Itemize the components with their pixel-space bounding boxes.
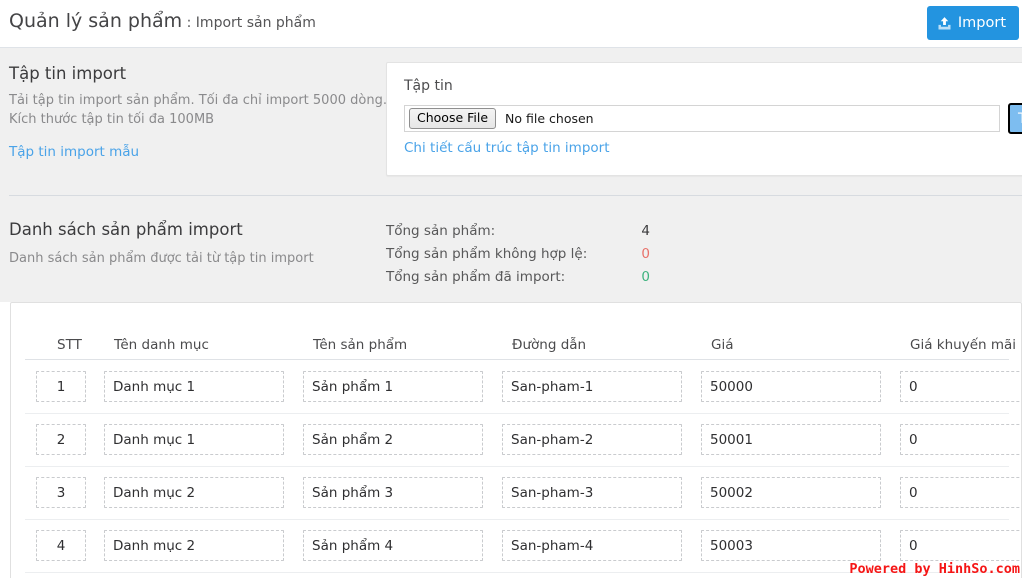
- row-stt-input[interactable]: [36, 530, 86, 561]
- stat-value-imported: 0: [641, 269, 650, 285]
- row-path-input[interactable]: [502, 530, 682, 561]
- file-input[interactable]: Choose File No file chosen: [404, 105, 1000, 132]
- stat-label-total: Tổng sản phẩm:: [386, 223, 496, 239]
- page-title-sub: Import sản phẩm: [195, 15, 316, 31]
- row-price-input[interactable]: [701, 424, 881, 455]
- row-product-name-input[interactable]: [303, 371, 483, 402]
- import-section-title: Tập tin import: [9, 64, 127, 83]
- column-header-price: Giá: [711, 337, 734, 353]
- table-header-row: STT Tên danh mục Tên sản phẩm Đường dẫn …: [11, 303, 1021, 361]
- upload-file-button[interactable]: Tải lên: [1008, 103, 1022, 134]
- file-name-text: No file chosen: [505, 111, 594, 126]
- page-title-main: Quản lý sản phẩm: [9, 10, 183, 32]
- upload-icon: [937, 16, 952, 31]
- page-title-separator: :: [182, 15, 196, 31]
- watermark: Powered by HinhSo.com: [849, 561, 1020, 577]
- list-section-title: Danh sách sản phẩm import: [9, 220, 243, 239]
- row-stt-input[interactable]: [36, 424, 86, 455]
- row-price-input[interactable]: [701, 530, 881, 561]
- list-info-block: Danh sách sản phẩm import Danh sách sản …: [9, 220, 314, 268]
- import-file-section: Tập tin import Tải tập tin import sản ph…: [0, 48, 1022, 196]
- row-stt-input[interactable]: [36, 371, 86, 402]
- table-row: [11, 414, 1021, 467]
- row-price-input[interactable]: [701, 477, 881, 508]
- import-desc-line-2: Kích thước tập tin tối đa 100MB: [9, 112, 215, 127]
- row-promo-price-input[interactable]: [900, 424, 1021, 455]
- stat-label-invalid: Tổng sản phẩm không hợp lệ:: [386, 246, 588, 262]
- import-button-label: Import: [957, 14, 1006, 31]
- column-header-stt: STT: [57, 337, 82, 353]
- stat-label-imported: Tổng sản phẩm đã import:: [386, 269, 566, 285]
- import-products-table: STT Tên danh mục Tên sản phẩm Đường dẫn …: [10, 302, 1022, 578]
- stat-value-invalid: 0: [641, 246, 650, 262]
- stat-row-imported: Tổng sản phẩm đã import: 0: [386, 269, 656, 292]
- stat-row-invalid: Tổng sản phẩm không hợp lệ: 0: [386, 246, 656, 269]
- sample-file-link[interactable]: Tập tin import mẫu: [9, 144, 139, 160]
- import-desc-line-1: Tải tập tin import sản phẩm. Tối đa chỉ …: [9, 93, 387, 108]
- row-stt-input[interactable]: [36, 477, 86, 508]
- row-product-name-input[interactable]: [303, 477, 483, 508]
- list-section-desc: Danh sách sản phẩm được tải từ tập tin i…: [9, 251, 314, 266]
- stats-block: Tổng sản phẩm: 4 Tổng sản phẩm không hợp…: [386, 223, 656, 292]
- file-structure-link[interactable]: Chi tiết cấu trúc tập tin import: [404, 140, 610, 156]
- row-category-input[interactable]: [104, 530, 284, 561]
- row-price-input[interactable]: [701, 371, 881, 402]
- stat-value-total: 4: [641, 223, 650, 239]
- row-category-input[interactable]: [104, 371, 284, 402]
- table-header-rule: [25, 359, 1009, 360]
- choose-file-button[interactable]: Choose File: [409, 108, 497, 129]
- row-category-input[interactable]: [104, 477, 284, 508]
- file-upload-card: Tập tin Choose File No file chosen Chi t…: [386, 62, 1022, 176]
- product-list-summary-section: Danh sách sản phẩm import Danh sách sản …: [0, 196, 1022, 302]
- page-title: Quản lý sản phẩm : Import sản phẩm: [9, 10, 316, 32]
- import-button[interactable]: Import: [926, 6, 1019, 40]
- row-path-input[interactable]: [502, 477, 682, 508]
- page-header: Quản lý sản phẩm : Import sản phẩm Impor…: [0, 0, 1022, 48]
- stat-row-total: Tổng sản phẩm: 4: [386, 223, 656, 246]
- row-promo-price-input[interactable]: [900, 371, 1021, 402]
- row-product-name-input[interactable]: [303, 530, 483, 561]
- column-header-product-name: Tên sản phẩm: [313, 337, 408, 353]
- file-field-label: Tập tin: [404, 78, 453, 94]
- row-promo-price-input[interactable]: [900, 530, 1021, 561]
- row-category-input[interactable]: [104, 424, 284, 455]
- row-path-input[interactable]: [502, 424, 682, 455]
- column-header-path: Đường dẫn: [512, 337, 587, 353]
- table-row: [11, 467, 1021, 520]
- import-info-block: Tập tin import Tải tập tin import sản ph…: [9, 64, 387, 129]
- row-promo-price-input[interactable]: [900, 477, 1021, 508]
- column-header-promo-price: Giá khuyến mãi: [910, 337, 1017, 353]
- column-header-category: Tên danh mục: [114, 337, 209, 353]
- row-product-name-input[interactable]: [303, 424, 483, 455]
- table-row: [11, 361, 1021, 414]
- row-path-input[interactable]: [502, 371, 682, 402]
